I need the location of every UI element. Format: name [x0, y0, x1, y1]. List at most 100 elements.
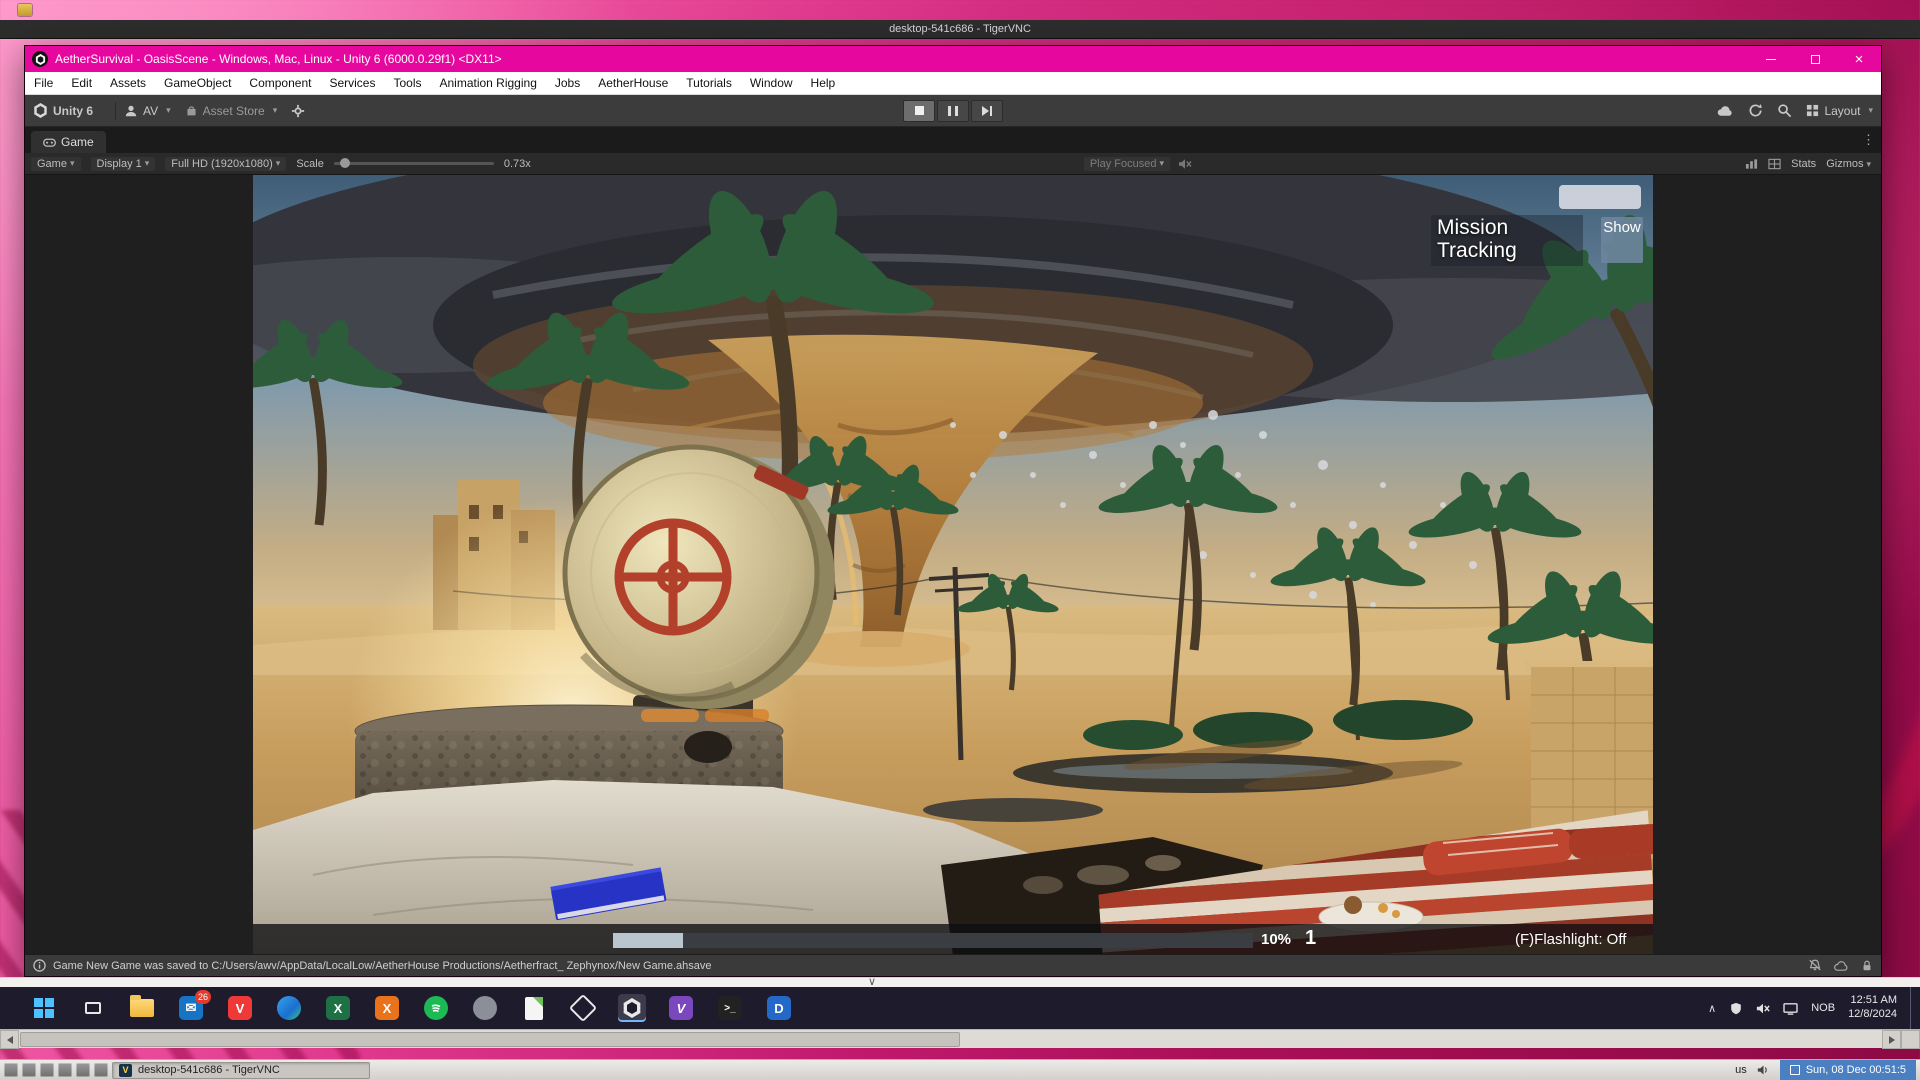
menu-window[interactable]: Window — [741, 76, 802, 90]
menu-edit[interactable]: Edit — [62, 76, 101, 90]
play-focused-dropdown[interactable]: Play Focused — [1084, 157, 1170, 171]
maximize-button[interactable] — [1793, 46, 1837, 72]
host-clock[interactable]: Sun, 08 Dec 00:51:5 — [1780, 1060, 1916, 1080]
host-task-button[interactable]: V desktop-541c686 - TigerVNC — [112, 1062, 370, 1079]
menu-gameobject[interactable]: GameObject — [155, 76, 240, 90]
history-icon[interactable] — [1748, 103, 1763, 118]
menu-jobs[interactable]: Jobs — [546, 76, 589, 90]
mail-button[interactable]: ✉26 — [177, 994, 205, 1022]
layout-dropdown[interactable]: Layout — [1806, 104, 1873, 118]
game-viewport[interactable]: Mission Tracking Show 10% 1 (F)Flashligh… — [253, 175, 1653, 954]
keyboard-layout-indicator[interactable]: us — [1735, 1064, 1747, 1076]
desktop-shortcut-icon[interactable] — [18, 4, 32, 16]
menu-aetherhouse[interactable]: AetherHouse — [589, 76, 677, 90]
panel-launcher-icon[interactable] — [4, 1063, 18, 1077]
panel-launcher-icon[interactable] — [22, 1063, 36, 1077]
close-button[interactable]: × — [1837, 46, 1881, 72]
browser-icon — [277, 996, 301, 1020]
host-volume-icon[interactable] — [1757, 1064, 1770, 1076]
terminal-button[interactable]: >_ — [716, 994, 744, 1022]
progress-bar-fill — [613, 933, 683, 948]
menu-services[interactable]: Services — [320, 76, 384, 90]
menu-help[interactable]: Help — [802, 76, 845, 90]
scroll-right-button[interactable] — [1882, 1030, 1901, 1049]
search-icon[interactable] — [1777, 103, 1792, 118]
mute-audio-icon[interactable] — [1178, 158, 1192, 170]
orange-app-button[interactable]: X — [373, 994, 401, 1022]
file-explorer-button[interactable] — [128, 994, 156, 1022]
display-dropdown[interactable]: Display 1 — [91, 157, 156, 171]
taskbar-clock[interactable]: 12:51 AM 12/8/2024 — [1848, 994, 1897, 1022]
show-desktop-button[interactable] — [1910, 987, 1914, 1029]
unity-editor-icon — [622, 998, 642, 1018]
vnc-titlebar[interactable]: desktop-541c686 - TigerVNC — [0, 20, 1920, 39]
menu-assets[interactable]: Assets — [101, 76, 155, 90]
game-scene-svg — [253, 175, 1653, 954]
scale-slider-knob[interactable] — [340, 158, 350, 168]
panel-launcher-icon[interactable] — [58, 1063, 72, 1077]
gray-app-button[interactable] — [471, 994, 499, 1022]
tab-options-icon[interactable] — [1862, 131, 1875, 149]
game-view-toolbar: Game Display 1 Full HD (1920x1080) Scale… — [25, 153, 1881, 175]
speaker-muted-icon[interactable] — [1756, 1002, 1770, 1015]
metrics-icon[interactable] — [1745, 158, 1758, 170]
unity-hub-button[interactable] — [569, 994, 597, 1022]
step-button[interactable] — [971, 100, 1003, 122]
menu-tools[interactable]: Tools — [384, 76, 430, 90]
panel-launcher-icon[interactable] — [40, 1063, 54, 1077]
scrollbar-thumb[interactable] — [20, 1032, 960, 1047]
green-file-button[interactable] — [520, 994, 548, 1022]
asset-store-dropdown[interactable]: Asset Store — [185, 104, 278, 118]
green-file-icon — [525, 997, 543, 1020]
window-title: AetherSurvival - OasisScene - Windows, M… — [55, 52, 502, 66]
panel-launcher-icon[interactable] — [76, 1063, 90, 1077]
scroll-left-button[interactable] — [0, 1030, 19, 1049]
menu-tutorials[interactable]: Tutorials — [677, 76, 741, 90]
cloud-status-icon[interactable] — [1834, 960, 1849, 972]
unity-titlebar[interactable]: AetherSurvival - OasisScene - Windows, M… — [25, 46, 1881, 72]
vivaldi-button[interactable]: V — [226, 994, 254, 1022]
tab-game[interactable]: Game — [31, 131, 106, 153]
language-indicator[interactable]: NOB — [1811, 1002, 1835, 1014]
unity-editor-button[interactable] — [618, 994, 646, 1022]
grid-icon[interactable] — [1768, 158, 1781, 170]
account-dropdown[interactable]: AV — [124, 104, 171, 118]
stats-toggle[interactable]: Stats — [1791, 158, 1816, 170]
mission-show-button[interactable]: Show — [1601, 217, 1643, 263]
task-view-button[interactable] — [79, 994, 107, 1022]
menu-component[interactable]: Component — [240, 76, 320, 90]
task-view-icon — [85, 1002, 101, 1014]
scroll-left-icon — [7, 1036, 13, 1044]
notifications-muted-icon[interactable] — [1808, 959, 1822, 972]
browser-button[interactable] — [275, 994, 303, 1022]
dev-app-button[interactable]: D — [765, 994, 793, 1022]
windows-taskbar: ✉26 V X X V >_ D NOB 12:51 AM 12/8/2024 — [0, 987, 1920, 1029]
spotify-button[interactable] — [422, 994, 450, 1022]
pause-button[interactable] — [937, 100, 969, 122]
scale-label: Scale — [296, 158, 324, 170]
shield-icon[interactable] — [1729, 1001, 1743, 1016]
scale-slider[interactable] — [334, 162, 494, 165]
start-button[interactable] — [30, 994, 58, 1022]
lock-icon[interactable] — [1861, 959, 1873, 972]
cloud-icon[interactable] — [1717, 104, 1734, 118]
minimize-button[interactable] — [1749, 46, 1793, 72]
view-mode-dropdown[interactable]: Game — [31, 157, 81, 171]
network-icon[interactable] — [1783, 1002, 1798, 1015]
menu-animation-rigging[interactable]: Animation Rigging — [430, 76, 545, 90]
menu-file[interactable]: File — [25, 76, 62, 90]
play-button[interactable] — [903, 100, 935, 122]
tray-overflow-button[interactable] — [1708, 1002, 1716, 1015]
status-message[interactable]: Game New Game was saved to C:/Users/awv/… — [53, 960, 711, 972]
visual-studio-button[interactable]: V — [667, 994, 695, 1022]
panel-launcher-icon[interactable] — [94, 1063, 108, 1077]
gizmos-dropdown[interactable]: Gizmos — [1826, 158, 1871, 170]
excel-button[interactable]: X — [324, 994, 352, 1022]
info-icon — [33, 959, 46, 972]
unity-version-badge[interactable]: Unity 6 — [33, 103, 93, 118]
scrollbar-corner — [1901, 1030, 1920, 1049]
vnc-horizontal-scrollbar[interactable] — [0, 1029, 1920, 1048]
resolution-dropdown[interactable]: Full HD (1920x1080) — [165, 157, 286, 171]
terminal-icon: >_ — [718, 996, 742, 1020]
settings-button[interactable] — [291, 104, 305, 118]
